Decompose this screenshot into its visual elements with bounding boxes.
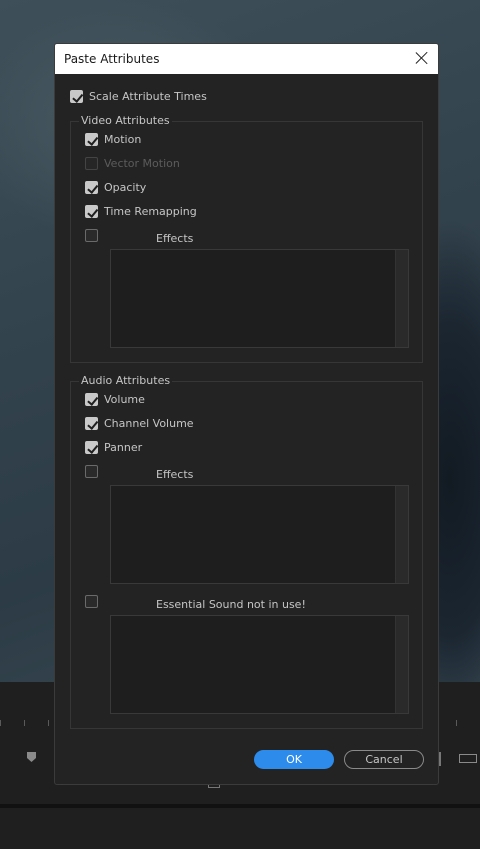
essential-sound-list[interactable] xyxy=(110,615,409,714)
audio-effects-list[interactable] xyxy=(110,485,409,584)
audio-attributes-title: Audio Attributes xyxy=(79,374,173,387)
volume-checkbox[interactable] xyxy=(85,393,98,406)
opacity-label: Opacity xyxy=(104,181,147,194)
motion-checkbox[interactable] xyxy=(85,133,98,146)
motion-label: Motion xyxy=(104,133,142,146)
essential-sound-label: Essential Sound not in use! xyxy=(156,598,306,611)
time-remapping-checkbox[interactable] xyxy=(85,205,98,218)
vector-motion-label: Vector Motion xyxy=(104,157,180,170)
dialog-titlebar: Paste Attributes xyxy=(55,44,438,74)
essential-sound-option[interactable] xyxy=(85,595,98,608)
opacity-checkbox[interactable] xyxy=(85,181,98,194)
volume-option[interactable]: Volume xyxy=(85,393,145,406)
opacity-option[interactable]: Opacity xyxy=(85,181,146,194)
audio-effects-checkbox[interactable] xyxy=(85,465,98,478)
essential-sound-checkbox[interactable] xyxy=(85,595,98,608)
video-effects-checkbox[interactable] xyxy=(85,229,98,242)
scale-attribute-times-label: Scale Attribute Times xyxy=(89,90,207,103)
panner-checkbox[interactable] xyxy=(85,441,98,454)
scale-attribute-times-option[interactable]: Scale Attribute Times xyxy=(70,90,207,103)
audio-effects-label: Effects xyxy=(156,468,194,481)
time-remapping-label: Time Remapping xyxy=(104,205,197,218)
panner-option[interactable]: Panner xyxy=(85,441,142,454)
cancel-button[interactable]: Cancel xyxy=(344,750,424,769)
channel-volume-checkbox[interactable] xyxy=(85,417,98,430)
vector-motion-option: Vector Motion xyxy=(85,157,180,170)
vector-motion-checkbox xyxy=(85,157,98,170)
multi-camera-icon[interactable] xyxy=(459,754,477,763)
audio-effects-option[interactable] xyxy=(85,465,98,478)
video-effects-option[interactable] xyxy=(85,229,98,242)
close-icon[interactable] xyxy=(415,51,429,65)
channel-volume-option[interactable]: Channel Volume xyxy=(85,417,194,430)
video-attributes-title: Video Attributes xyxy=(79,114,172,127)
motion-option[interactable]: Motion xyxy=(85,133,141,146)
playhead-tick xyxy=(439,752,441,766)
essential-sound-scrollbar[interactable] xyxy=(395,616,408,713)
ok-button[interactable]: OK xyxy=(254,750,334,769)
video-effects-scrollbar[interactable] xyxy=(395,250,408,347)
time-remapping-option[interactable]: Time Remapping xyxy=(85,205,197,218)
volume-label: Volume xyxy=(104,393,145,406)
panel-divider xyxy=(0,804,480,808)
scale-attribute-times-checkbox[interactable] xyxy=(70,90,83,103)
dialog-title: Paste Attributes xyxy=(64,52,160,66)
panner-label: Panner xyxy=(104,441,143,454)
audio-effects-scrollbar[interactable] xyxy=(395,486,408,583)
channel-volume-label: Channel Volume xyxy=(104,417,194,430)
video-effects-list[interactable] xyxy=(110,249,409,348)
paste-attributes-dialog: Paste Attributes Scale Attribute Times V… xyxy=(54,43,439,785)
video-effects-label: Effects xyxy=(156,232,194,245)
